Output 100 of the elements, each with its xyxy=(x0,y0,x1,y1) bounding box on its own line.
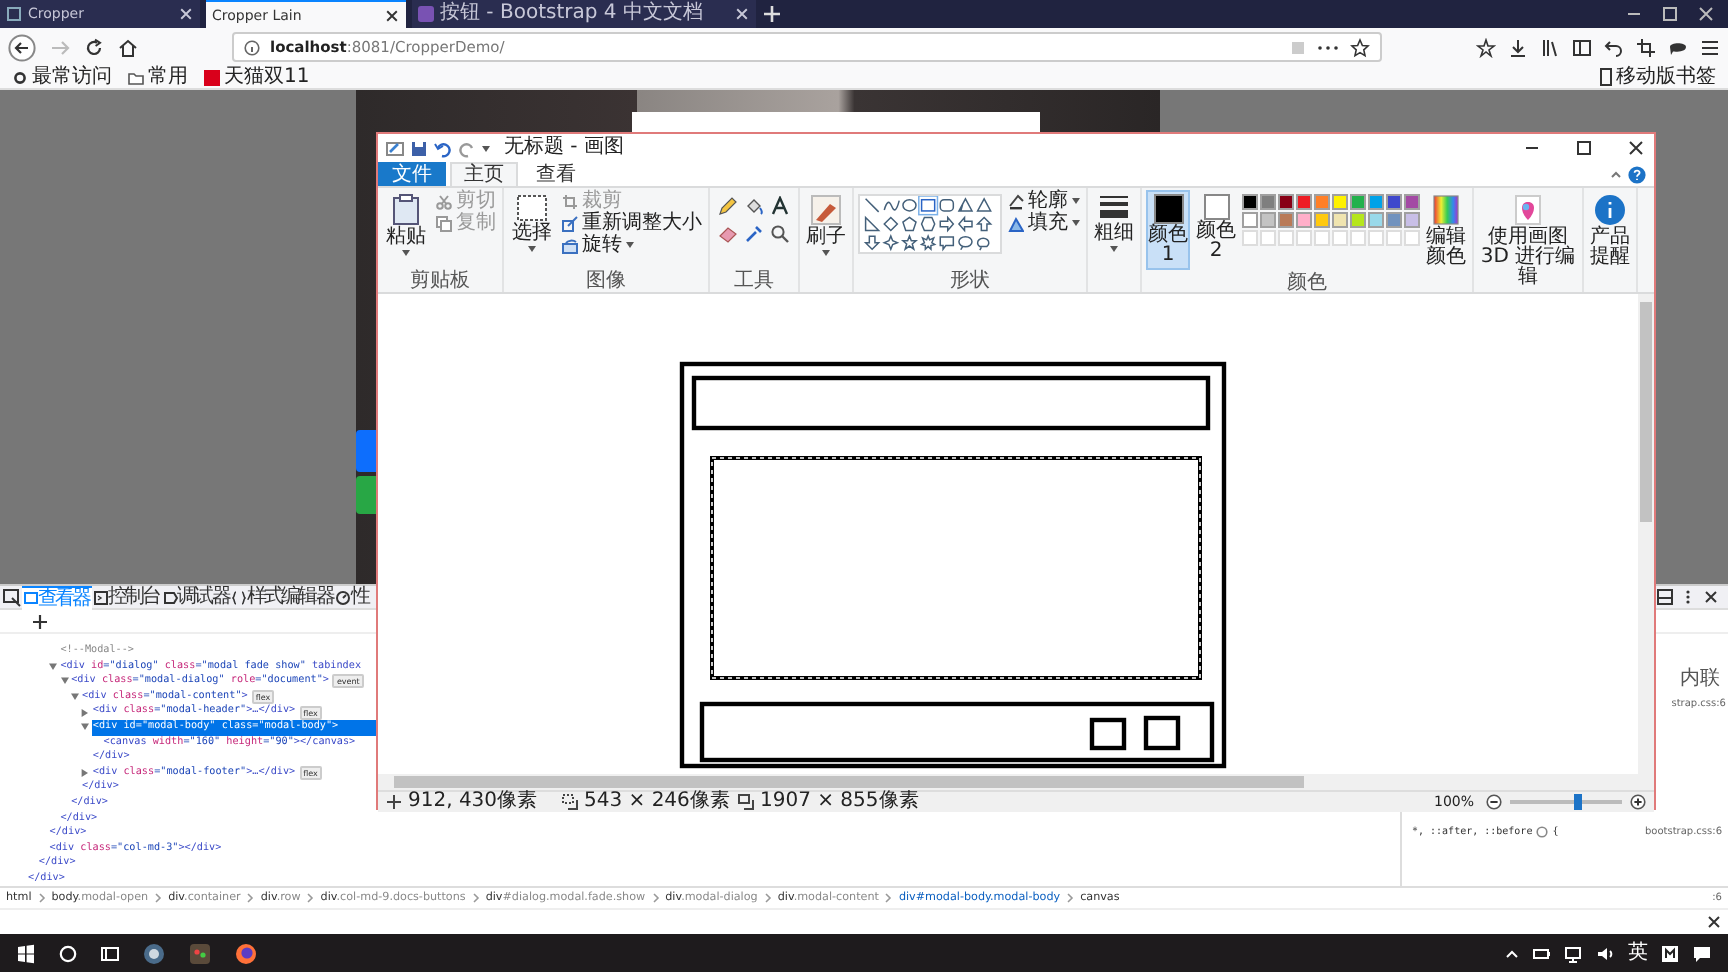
caret-up-icon[interactable] xyxy=(1504,945,1520,961)
fill-bucket-icon[interactable] xyxy=(744,196,764,216)
save-icon[interactable] xyxy=(410,139,428,157)
color-picker-icon[interactable] xyxy=(744,224,764,244)
color-slot-button[interactable]: 颜色 2 xyxy=(1194,190,1238,266)
collapse-ribbon-icon[interactable] xyxy=(1608,166,1624,182)
color-swatch[interactable] xyxy=(1260,212,1276,228)
add-icon[interactable] xyxy=(32,613,48,629)
download-icon[interactable] xyxy=(1508,37,1528,57)
shapes-gallery[interactable] xyxy=(858,194,1002,254)
ribbon-button[interactable]: 填充 xyxy=(1006,212,1082,234)
devtools-tab[interactable]: 调试器 xyxy=(161,585,231,609)
size-button[interactable]: 粗细 xyxy=(1092,190,1136,260)
slider-thumb[interactable] xyxy=(1573,794,1582,810)
color-swatch[interactable] xyxy=(1260,194,1276,210)
reload-icon[interactable] xyxy=(84,37,104,57)
color-swatch[interactable] xyxy=(1368,194,1384,210)
text-tool-icon[interactable] xyxy=(770,196,790,216)
crop-icon[interactable] xyxy=(1636,37,1656,57)
caret-icon[interactable] xyxy=(80,768,91,779)
bookmark-link[interactable]: 移动版书签 xyxy=(1600,66,1716,88)
devtools-tab[interactable]: 性 xyxy=(334,585,371,609)
star-icon[interactable] xyxy=(1350,37,1370,57)
menu-icon[interactable] xyxy=(1700,37,1720,57)
maximize-icon[interactable] xyxy=(1660,4,1680,24)
color-swatch[interactable] xyxy=(1386,194,1402,210)
close-icon[interactable] xyxy=(1626,138,1646,158)
bookmark-link[interactable]: 最常访问 xyxy=(12,66,112,88)
color-swatch[interactable] xyxy=(1350,194,1366,210)
close-icon[interactable] xyxy=(1706,914,1722,930)
brushes-button[interactable]: 刷子 xyxy=(804,190,848,264)
magnifier-icon[interactable] xyxy=(770,224,790,244)
battery-icon[interactable] xyxy=(1532,945,1552,961)
volume-icon[interactable] xyxy=(1596,943,1616,963)
color-swatch[interactable] xyxy=(1350,212,1366,228)
select-button[interactable]: 选择 xyxy=(508,190,556,260)
bookmark-star-icon[interactable] xyxy=(1476,37,1496,57)
redo-icon[interactable] xyxy=(458,139,476,157)
color-swatch[interactable] xyxy=(1404,212,1420,228)
home-icon[interactable] xyxy=(118,37,138,57)
color-swatch[interactable] xyxy=(1314,194,1330,210)
zoom-out-icon[interactable] xyxy=(1486,794,1502,810)
caret-icon[interactable] xyxy=(80,707,91,718)
dock-icon[interactable] xyxy=(1656,588,1674,606)
color-swatch[interactable] xyxy=(1314,212,1330,228)
help-icon[interactable] xyxy=(1628,165,1646,183)
app-icon[interactable] xyxy=(142,941,166,965)
task-view-icon[interactable] xyxy=(100,943,120,963)
vertical-scrollbar[interactable] xyxy=(1638,294,1654,774)
caret-icon[interactable] xyxy=(59,676,70,687)
more-icon[interactable] xyxy=(1684,588,1692,606)
browser-icon[interactable] xyxy=(234,941,258,965)
palette-app-icon[interactable] xyxy=(188,941,212,965)
caret-icon[interactable] xyxy=(70,692,80,703)
pencil-icon[interactable] xyxy=(718,196,738,216)
bookmark-link[interactable]: 常用 xyxy=(128,66,188,88)
close-icon[interactable] xyxy=(384,7,400,23)
bookmark-link[interactable]: 天猫双11 xyxy=(204,66,310,88)
back-icon[interactable] xyxy=(8,33,36,61)
caret-icon[interactable] xyxy=(482,143,492,153)
start-icon[interactable] xyxy=(16,943,36,963)
chat-icon[interactable] xyxy=(1668,37,1688,57)
color-swatch[interactable] xyxy=(1242,194,1258,210)
notification-icon[interactable] xyxy=(1692,943,1712,963)
sidebar-icon[interactable] xyxy=(1572,37,1592,57)
color-slot-button[interactable]: 颜色 1 xyxy=(1146,190,1190,270)
undo-icon[interactable] xyxy=(434,139,452,157)
ribbon-button[interactable]: 重新调整大小 xyxy=(560,212,704,234)
color-swatch[interactable] xyxy=(1242,212,1258,228)
caret-icon[interactable] xyxy=(48,661,59,672)
search-icon[interactable] xyxy=(58,943,78,963)
browser-tab[interactable]: 按钮 - Bootstrap 4 中文文档 xyxy=(412,0,756,28)
ribbon-button[interactable]: 旋转 xyxy=(560,234,704,256)
eraser-icon[interactable] xyxy=(718,224,738,244)
color-swatch[interactable] xyxy=(1296,194,1312,210)
color-swatch[interactable] xyxy=(1278,212,1294,228)
close-icon[interactable] xyxy=(1702,588,1720,606)
devtools-tab[interactable]: 控制台 xyxy=(91,585,162,609)
color-swatch[interactable] xyxy=(1368,212,1384,228)
ribbon-button[interactable]: 轮廓 xyxy=(1006,190,1082,212)
input-method-indicator[interactable]: 英 xyxy=(1628,942,1648,964)
horizontal-scrollbar[interactable] xyxy=(378,774,1654,790)
info-icon[interactable] xyxy=(244,39,260,55)
color-swatch[interactable] xyxy=(1278,194,1294,210)
product-alert-button[interactable]: 产品提醒 xyxy=(1588,190,1632,272)
library-icon[interactable] xyxy=(1540,37,1560,57)
paste-button[interactable]: 粘贴 xyxy=(382,190,430,264)
edit-colors-button[interactable]: 编辑颜色 xyxy=(1424,190,1468,272)
maximize-icon[interactable] xyxy=(1574,138,1594,158)
color-swatch[interactable] xyxy=(1296,212,1312,228)
color-swatch[interactable] xyxy=(1386,212,1402,228)
ribbon-tab[interactable]: 主页 xyxy=(450,162,518,186)
undo-icon[interactable] xyxy=(1604,37,1624,57)
element-picker-icon[interactable] xyxy=(2,587,22,607)
filter-icon[interactable] xyxy=(1536,826,1549,838)
color-swatch[interactable] xyxy=(1404,194,1420,210)
close-icon[interactable] xyxy=(1696,4,1716,24)
color-swatch[interactable] xyxy=(1332,194,1348,210)
caret-icon[interactable] xyxy=(80,722,91,733)
devtools-tab[interactable]: 查看器 xyxy=(22,585,92,609)
